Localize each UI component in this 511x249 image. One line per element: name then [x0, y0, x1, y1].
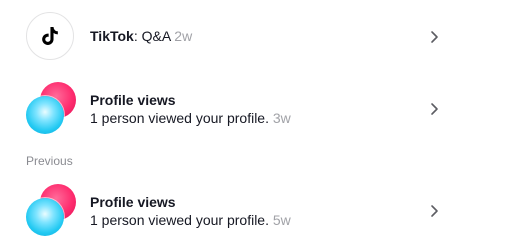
notification-profile-views[interactable]: Profile views 1 person viewed your profi… — [0, 82, 511, 134]
chevron-right-icon[interactable] — [428, 102, 440, 116]
notification-app-name: TikTok — [90, 28, 134, 44]
chevron-right-icon[interactable] — [428, 204, 440, 218]
profile-views-cyan-circle — [26, 198, 64, 236]
notification-subtext: 1 person viewed your profile. 5w — [90, 212, 291, 229]
notification-message: : Q&A — [133, 28, 171, 44]
notification-time: 5w — [272, 212, 291, 228]
profile-views-cyan-circle — [26, 96, 64, 134]
notification-time: 3w — [272, 110, 291, 126]
notification-title: Profile views — [90, 92, 176, 108]
chevron-right-icon[interactable] — [428, 30, 440, 44]
notification-subtext: 1 person viewed your profile. 3w — [90, 110, 291, 127]
notification-text: TikTok: Q&A 2w — [90, 28, 192, 45]
notification-title: Profile views — [90, 194, 176, 210]
tiktok-logo-icon — [26, 12, 74, 60]
notification-tiktok-qa[interactable]: TikTok: Q&A 2w — [0, 12, 511, 62]
profile-views-icon — [26, 184, 80, 238]
notification-time: 2w — [174, 28, 193, 44]
section-label-previous: Previous — [26, 154, 73, 168]
notification-message: 1 person viewed your profile. — [90, 212, 269, 228]
profile-views-icon — [26, 82, 80, 136]
notification-message: 1 person viewed your profile. — [90, 110, 269, 126]
notification-profile-views[interactable]: Profile views 1 person viewed your profi… — [0, 184, 511, 236]
